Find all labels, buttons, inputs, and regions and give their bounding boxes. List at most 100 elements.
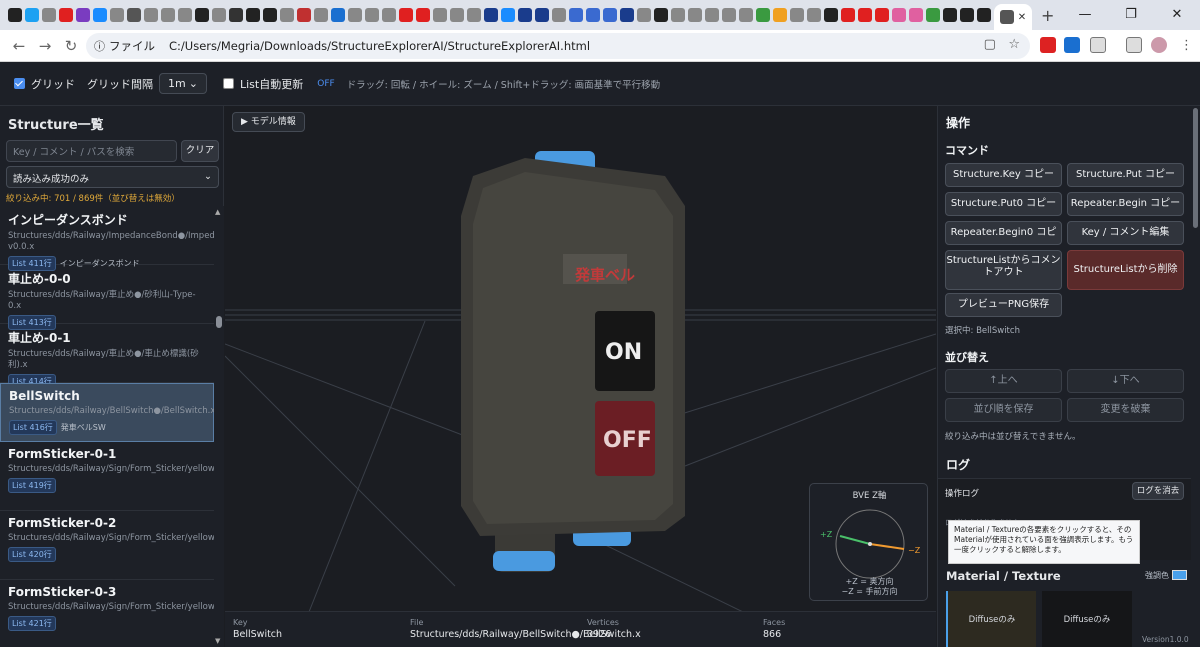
texture-card[interactable]: Diffuseのみ [946,591,1036,647]
move-up-button[interactable]: ↑上へ [945,369,1062,393]
tab-favicon[interactable] [416,8,430,22]
delete-from-list-button[interactable]: StructureListから削除 [1067,250,1184,290]
tab-favicon[interactable] [42,8,56,22]
tab-favicon[interactable] [280,8,294,22]
tab-favicon[interactable] [552,8,566,22]
save-order-button[interactable]: 並び順を保存 [945,398,1062,422]
tab-favicon[interactable] [926,8,940,22]
tab-favicon[interactable] [365,8,379,22]
tab-favicon[interactable] [195,8,209,22]
extension-icon[interactable] [1064,37,1080,53]
close-tab-icon[interactable]: ✕ [1018,12,1026,23]
tab-favicon[interactable] [144,8,158,22]
document-icon[interactable]: ▢ [984,37,996,52]
new-tab-icon[interactable]: + [1041,6,1054,25]
tab-favicon[interactable] [59,8,73,22]
list-item[interactable]: 車止め-0-1 Structures/dds/Railway/車止め●/車止め標… [0,324,214,389]
texture-card[interactable]: Diffuseのみ [1042,591,1132,647]
tab-favicon[interactable] [858,8,872,22]
extension-icon[interactable] [1040,37,1056,53]
extensions-puzzle-icon[interactable] [1090,37,1106,53]
tab-favicon[interactable] [637,8,651,22]
tab-favicon[interactable] [246,8,260,22]
model-info-button[interactable]: ▶ モデル情報 [232,112,305,132]
tab-favicon[interactable] [161,8,175,22]
copy-put-button[interactable]: Structure.Put コピー [1067,163,1184,187]
save-preview-png-button[interactable]: プレビューPNG保存 [945,293,1062,317]
tab-favicon[interactable] [841,8,855,22]
comment-out-button[interactable]: StructureListからコメントアウト [945,250,1062,290]
tab-favicon[interactable] [178,8,192,22]
tab-favicon[interactable] [93,8,107,22]
list-item-selected[interactable]: BellSwitch Structures/dds/Railway/BellSw… [0,383,214,442]
copy-repeater-begin0-button[interactable]: Repeater.Begin0 コピー [945,221,1062,260]
forward-icon[interactable]: → [32,37,58,55]
omnibox[interactable]: ⓘ ファイル C:/Users/Megria/Downloads/Structu… [86,33,1030,59]
move-down-button[interactable]: ↓下へ [1067,369,1184,393]
tab-favicon[interactable] [467,8,481,22]
copy-key-button[interactable]: Structure.Key コピー [945,163,1062,187]
tab-favicon[interactable] [297,8,311,22]
tab-favicon[interactable] [943,8,957,22]
tab-favicon[interactable] [569,8,583,22]
3d-viewport[interactable]: 発車ベル ON OFF ▶ モデル情報 BVE Z軸 +Z −Z +Z = 奥方… [225,106,936,647]
tab-favicon[interactable] [8,8,22,22]
scroll-thumb[interactable] [216,316,222,328]
minimize-icon[interactable]: — [1062,0,1108,30]
tab-favicon[interactable] [25,8,39,22]
tab-favicon[interactable] [722,8,736,22]
back-icon[interactable]: ← [6,37,32,55]
bookmark-star-icon[interactable]: ☆ [1008,37,1020,52]
tab-favicon[interactable] [110,8,124,22]
tab-favicon[interactable] [807,8,821,22]
tab-favicon[interactable] [314,8,328,22]
tab-favicon[interactable] [484,8,498,22]
tab-favicon[interactable] [909,8,923,22]
media-icon[interactable] [1126,37,1142,53]
tab-favicon[interactable] [433,8,447,22]
list-item[interactable]: FormSticker-0-3 Structures/dds/Railway/S… [0,580,214,647]
tab-favicon[interactable] [501,8,515,22]
highlight-color-swatch[interactable] [1172,570,1187,580]
active-tab[interactable]: ✕ [994,4,1032,30]
tab-favicon[interactable] [263,8,277,22]
list-scrollbar[interactable]: ▲ ▼ [214,206,224,647]
tab-favicon[interactable] [773,8,787,22]
maximize-icon[interactable]: ❐ [1108,0,1154,30]
scroll-down-icon[interactable]: ▼ [215,637,220,645]
tab-favicon[interactable] [535,8,549,22]
discard-changes-button[interactable]: 変更を破棄 [1067,398,1184,422]
url-text[interactable]: C:/Users/Megria/Downloads/StructureExplo… [169,39,590,53]
tab-favicon[interactable] [875,8,889,22]
reload-icon[interactable]: ↻ [58,37,84,55]
list-auto-update-checkbox[interactable] [223,78,234,89]
grid-checkbox[interactable] [14,78,25,89]
tab-favicon[interactable] [671,8,685,22]
list-item[interactable]: インピーダンスボンド Structures/dds/Railway/Impeda… [0,206,214,271]
tab-favicon[interactable] [382,8,396,22]
tab-favicon[interactable] [450,8,464,22]
clear-log-button[interactable]: ログを消去 [1132,482,1184,500]
tab-favicon[interactable] [892,8,906,22]
tab-favicon[interactable] [705,8,719,22]
grid-interval-select[interactable]: 1m ⌄ [159,73,207,94]
tab-favicon[interactable] [824,8,838,22]
tab-favicon[interactable] [977,8,991,22]
page-scroll-thumb[interactable] [1193,108,1198,228]
copy-put0-button[interactable]: Structure.Put0 コピー [945,192,1062,216]
filter-select[interactable]: 読み込み成功のみ ⌄ [6,166,219,188]
tab-favicon[interactable] [331,8,345,22]
tab-favicon[interactable] [518,8,532,22]
menu-kebab-icon[interactable]: ⋮ [1180,38,1193,53]
tab-favicon[interactable] [960,8,974,22]
tab-favicon[interactable] [603,8,617,22]
tab-favicon[interactable] [620,8,634,22]
search-input[interactable]: Key / コメント / パスを検索 [6,140,177,162]
list-item[interactable]: 車止め-0-0 Structures/dds/Railway/車止め●/砂利山-… [0,265,214,330]
tab-favicon[interactable] [212,8,226,22]
tab-favicon[interactable] [739,8,753,22]
tab-favicon[interactable] [348,8,362,22]
tab-favicon[interactable] [688,8,702,22]
tab-favicon[interactable] [586,8,600,22]
list-item[interactable]: FormSticker-0-2 Structures/dds/Railway/S… [0,511,214,580]
